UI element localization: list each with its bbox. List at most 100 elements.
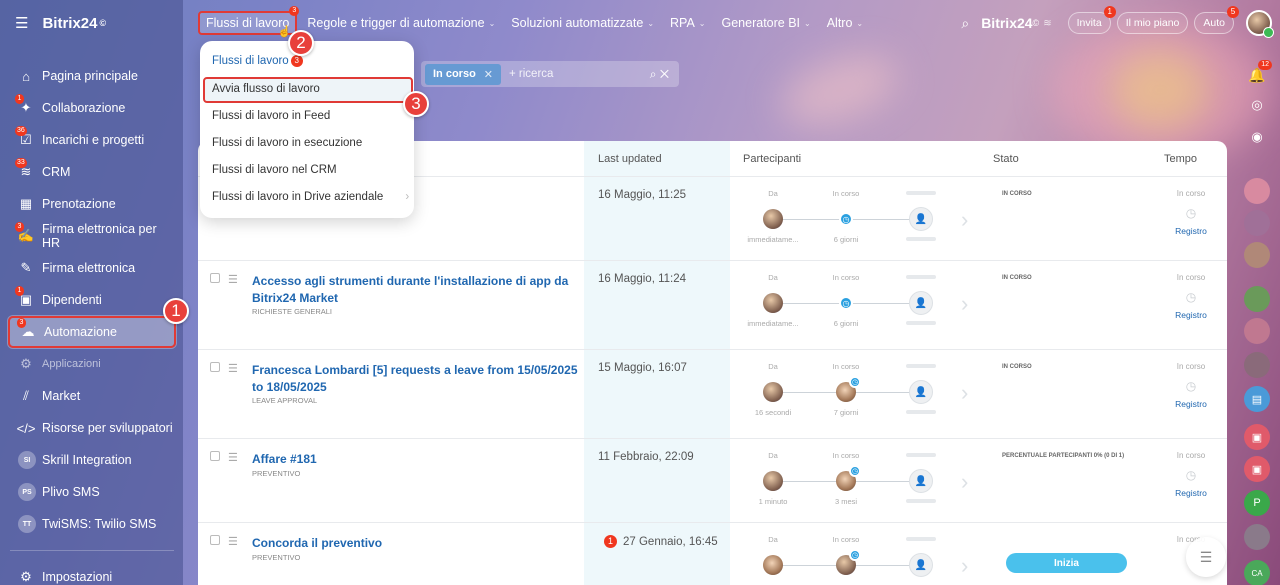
row-title[interactable]: Affare #181	[252, 451, 582, 468]
contact-card-icon[interactable]: ▣	[1244, 424, 1270, 450]
status-text: IN CORSO	[1002, 275, 1032, 281]
sidebar-logo[interactable]: ☰ Bitrix24 ©	[15, 14, 106, 33]
contact-avatar-ca[interactable]: CA	[1244, 560, 1270, 585]
log-link[interactable]: Registro	[1175, 399, 1207, 409]
empty-user-icon: 👤	[909, 380, 933, 404]
row-checkbox[interactable]	[210, 362, 220, 372]
plan-label: Il mio piano	[1125, 17, 1180, 29]
dropdown-item-avvia[interactable]: Avvia flusso di lavoro	[212, 83, 320, 95]
menu-burger-icon[interactable]: ☰	[15, 14, 28, 32]
my-plan-button[interactable]: Il mio piano	[1116, 12, 1189, 34]
row-checkbox[interactable]	[210, 535, 220, 545]
contact-card-icon[interactable]: ▣	[1244, 456, 1270, 482]
empty-user-icon: 👤	[909, 553, 933, 577]
dropdown-item-label: Flussi di lavoro in esecuzione	[212, 137, 363, 149]
dropdown-item-flussi[interactable]: Flussi di lavoro 3	[212, 55, 303, 67]
sidebar-item-settings[interactable]: ⚙ Impostazioni	[8, 561, 176, 585]
signal-icon[interactable]: ◎	[1244, 92, 1270, 118]
tab-altro[interactable]: Altro ⌄	[827, 16, 863, 30]
contact-avatar[interactable]	[1244, 318, 1270, 344]
running-time: 7 giorni	[833, 408, 859, 417]
tab-generatore-bi[interactable]: Generatore BI ⌄	[722, 16, 811, 30]
log-link[interactable]: Registro	[1175, 488, 1207, 498]
row-title[interactable]: Francesca Lombardi [5] requests a leave …	[252, 362, 582, 396]
contact-avatar[interactable]	[1244, 352, 1270, 378]
sidebar-item-automazione[interactable]: ☁ 3 Automazione	[8, 316, 176, 348]
contact-avatar[interactable]	[1244, 286, 1270, 312]
table-row[interactable]: ☰ Concorda il preventivo PREVENTIVO 1 27 …	[198, 523, 1227, 585]
row-checkbox[interactable]	[210, 273, 220, 283]
drag-handle-icon[interactable]: ☰	[228, 535, 238, 548]
search-input[interactable]: + ricerca	[509, 68, 553, 80]
table-row[interactable]: ☰ Francesca Lombardi [5] requests a leav…	[198, 350, 1227, 439]
menu-fab-button[interactable]: ☰	[1186, 537, 1226, 577]
search-clear-icons[interactable]: ⌕ ✕	[650, 67, 669, 82]
drag-handle-icon[interactable]: ☰	[228, 273, 238, 286]
col-header-time[interactable]: Tempo	[1164, 153, 1197, 165]
chip-close-icon[interactable]: ✕	[484, 68, 493, 81]
col-header-participants[interactable]: Partecipanti	[743, 153, 801, 165]
tab-flussi-di-lavoro[interactable]: Flussi di lavoro 3 ☝	[198, 6, 300, 38]
sidebar-item-plivo[interactable]: PS Plivo SMS	[8, 476, 176, 508]
sidebar-item-prenotazione[interactable]: ▦ Prenotazione	[8, 188, 176, 220]
time-label: In corso	[1176, 273, 1206, 282]
row-title[interactable]: Concorda il preventivo	[252, 535, 582, 552]
table-row[interactable]: ☰ Affare #181 PREVENTIVO 11 Febbraio, 22…	[198, 439, 1227, 523]
contact-avatar[interactable]	[1244, 524, 1270, 550]
sidebar-item-market[interactable]: ⫽ Market	[8, 380, 176, 412]
dropdown-item-drive[interactable]: Flussi di lavoro in Drive aziendale ›	[212, 191, 409, 203]
sidebar-item-crm[interactable]: ≋ 33 CRM	[8, 156, 176, 188]
background-flower-center	[1110, 50, 1210, 130]
sidebar-badge: 3	[17, 318, 26, 328]
contact-avatar[interactable]: P	[1244, 490, 1270, 516]
sidebar-item-home[interactable]: ⌂ Pagina principale	[8, 60, 176, 92]
sidebar-item-risorse[interactable]: </> Risorse per sviluppatori	[8, 412, 176, 444]
contact-avatar[interactable]	[1244, 210, 1270, 236]
app-avatar: PS	[18, 483, 36, 501]
row-title[interactable]: Accesso agli strumenti durante l'install…	[252, 273, 582, 307]
table-row[interactable]: ☰ Accesso agli strumenti durante l'insta…	[198, 261, 1227, 350]
contact-avatar[interactable]	[1244, 242, 1270, 268]
brand-name: Bitrix24	[981, 15, 1033, 31]
row-checkbox[interactable]	[210, 451, 220, 461]
sidebar-item-label: Skrill Integration	[42, 453, 132, 467]
sidebar-item-twisms[interactable]: TT TwiSMS: Twilio SMS	[8, 508, 176, 540]
drag-handle-icon[interactable]: ☰	[228, 451, 238, 464]
sidebar-item-applicazioni[interactable]: ⚙ Applicazioni	[8, 348, 176, 380]
search-icon[interactable]: ⌕	[961, 15, 969, 32]
tab-soluzioni[interactable]: Soluzioni automatizzate ⌄	[511, 16, 654, 30]
sidebar-item-dipendenti[interactable]: ▣ 1 Dipendenti	[8, 284, 176, 316]
sidebar: ☰ Bitrix24 © ⌂ Pagina principale ✦ 1 Collabo…	[0, 0, 183, 585]
sidebar-item-firma-hr[interactable]: ✍ 3 Firma elettronica per HR	[8, 220, 176, 252]
drag-handle-icon[interactable]: ☰	[228, 362, 238, 375]
placeholder-bar	[906, 275, 936, 279]
filter-chip[interactable]: In corso ✕	[425, 63, 502, 85]
calendar-icon: ▦	[19, 196, 33, 211]
from-label: Da	[768, 362, 778, 371]
chat-bubble-icon[interactable]: ◉	[1244, 124, 1270, 150]
clock-icon: ◷	[839, 212, 853, 226]
filter-search-bar[interactable]: In corso ✕ + ricerca ⌕ ✕	[421, 61, 679, 87]
row-date: 16 Maggio, 11:24	[598, 273, 686, 285]
dropdown-item-esecuzione[interactable]: Flussi di lavoro in esecuzione	[212, 137, 362, 149]
chevron-right-icon: ›	[405, 191, 410, 203]
log-link[interactable]: Registro	[1175, 310, 1207, 320]
contact-avatar[interactable]	[1244, 178, 1270, 204]
sidebar-item-collaborazione[interactable]: ✦ 1 Collaborazione	[8, 92, 176, 124]
tab-rpa[interactable]: RPA ⌄	[670, 16, 705, 30]
log-link[interactable]: Registro	[1175, 226, 1207, 236]
col-header-updated[interactable]: Last updated	[598, 153, 662, 165]
sidebar-item-incarichi[interactable]: ☑ 36 Incarichi e progetti	[8, 124, 176, 156]
invite-button[interactable]: Invita 1	[1067, 6, 1116, 34]
chat-channel-icon[interactable]: ▤	[1244, 386, 1270, 412]
start-button[interactable]: Inizia	[1006, 553, 1127, 573]
tab-regole[interactable]: Regole e trigger di automazione ⌄	[307, 16, 495, 30]
sidebar-item-firma[interactable]: ✎ Firma elettronica	[8, 252, 176, 284]
dropdown-item-crm[interactable]: Flussi di lavoro nel CRM	[212, 164, 337, 176]
sidebar-item-skrill[interactable]: SI Skrill Integration	[8, 444, 176, 476]
col-header-status[interactable]: Stato	[993, 153, 1019, 165]
auto-button[interactable]: Auto 5	[1194, 6, 1239, 34]
dropdown-item-feed[interactable]: Flussi di lavoro in Feed	[212, 110, 330, 122]
notifications-bell-icon[interactable]: 🔔 12	[1244, 60, 1272, 88]
notif-badge: 12	[1258, 60, 1272, 70]
